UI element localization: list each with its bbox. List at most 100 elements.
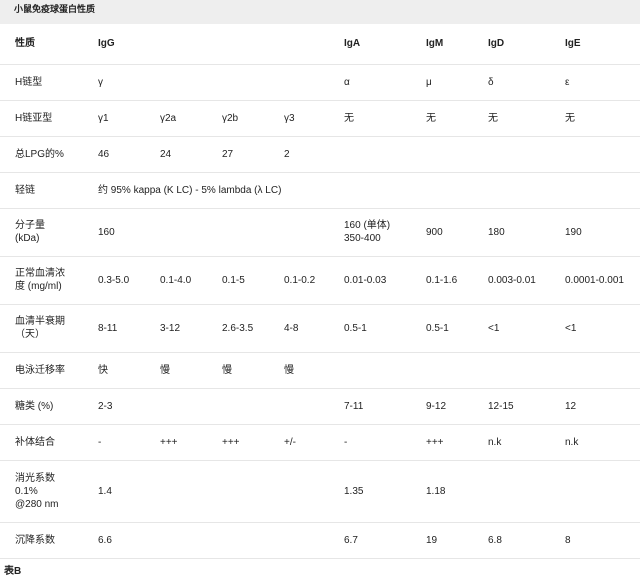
table-cell: 0.1-5 bbox=[222, 256, 284, 305]
table-cell bbox=[565, 352, 640, 389]
table-cell: γ2b bbox=[222, 100, 284, 137]
table-cell: +++ bbox=[222, 424, 284, 461]
row-label: 轻链 bbox=[0, 172, 98, 209]
row-label: 沉降系数 bbox=[0, 522, 98, 559]
table-cell: 190 bbox=[565, 208, 640, 257]
table-cell: γ3 bbox=[284, 100, 344, 137]
table-cell: 6.6 bbox=[98, 522, 160, 559]
table-cell bbox=[488, 352, 565, 389]
table-cell: 19 bbox=[426, 522, 488, 559]
table-cell bbox=[222, 64, 284, 101]
row-label: 电泳迁移率 bbox=[0, 352, 98, 389]
table-cell bbox=[565, 460, 640, 523]
table-cell bbox=[284, 64, 344, 101]
table-row: 总LPG的% 46 24 27 2 bbox=[0, 136, 640, 173]
table-cell: 1.35 bbox=[344, 460, 426, 523]
table-row: 消光系数 0.1% @280 nm 1.4 1.35 1.18 bbox=[0, 460, 640, 523]
table-cell: γ1 bbox=[98, 100, 160, 137]
header-cell: IgM bbox=[426, 24, 488, 65]
table-cell: 0.5-1 bbox=[426, 304, 488, 353]
table-cell bbox=[344, 136, 426, 173]
table-row: 糖类 (%) 2-3 7-11 9-12 12-15 12 bbox=[0, 388, 640, 425]
row-label: 分子量 (kDa) bbox=[0, 208, 98, 257]
table-row: 血清半衰期 （天） 8-11 3-12 2.6-3.5 4-8 0.5-1 0.5-1 <1 <… bbox=[0, 304, 640, 353]
table-cell: 0.1-0.2 bbox=[284, 256, 344, 305]
header-row: 性质 IgG IgA IgM IgD IgE bbox=[0, 24, 640, 65]
table-cell: 快 bbox=[98, 352, 160, 389]
table-cell: 6.7 bbox=[344, 522, 426, 559]
table-cell: 无 bbox=[344, 100, 426, 137]
row-label: 消光系数 0.1% @280 nm bbox=[0, 460, 98, 523]
table-cell: γ bbox=[98, 64, 160, 101]
table-cell bbox=[284, 522, 344, 559]
row-label: 血清半衰期 （天） bbox=[0, 304, 98, 353]
table-cell: 6.8 bbox=[488, 522, 565, 559]
table-cell: 0.003-0.01 bbox=[488, 256, 565, 305]
row-label: 糖类 (%) bbox=[0, 388, 98, 425]
table-cell: 2 bbox=[284, 136, 344, 173]
row-label: H链型 bbox=[0, 64, 98, 101]
table-cell bbox=[426, 136, 488, 173]
table-cell bbox=[488, 460, 565, 523]
table-cell: +/- bbox=[284, 424, 344, 461]
table-cell: 12-15 bbox=[488, 388, 565, 425]
table-cell: <1 bbox=[565, 304, 640, 353]
table-cell: 2-3 bbox=[98, 388, 160, 425]
table-cell bbox=[160, 388, 222, 425]
table-cell: 4-8 bbox=[284, 304, 344, 353]
table-caption: 小鼠免疫球蛋白性质 bbox=[0, 0, 640, 24]
table-cell: 0.3-5.0 bbox=[98, 256, 160, 305]
table-cell: δ bbox=[488, 64, 565, 101]
table-row: 轻链约 95% kappa (K LC) - 5% lambda (λ LC) bbox=[0, 172, 640, 209]
table-cell: 无 bbox=[565, 100, 640, 137]
table-cell: <1 bbox=[488, 304, 565, 353]
table-cell: 9-12 bbox=[426, 388, 488, 425]
table-row: 正常血清浓 度 (mg/ml) 0.3-5.0 0.1-4.0 0.1-5 0.1-0.… bbox=[0, 256, 640, 305]
table-cell: +++ bbox=[160, 424, 222, 461]
table-cell: 46 bbox=[98, 136, 160, 173]
row-label: H链亚型 bbox=[0, 100, 98, 137]
table-cell bbox=[344, 352, 426, 389]
table-cell: 0.1-4.0 bbox=[160, 256, 222, 305]
header-cell: IgE bbox=[565, 24, 640, 65]
table-cell: 0.5-1 bbox=[344, 304, 426, 353]
table-cell: 1.4 bbox=[98, 460, 160, 523]
table-cell bbox=[565, 136, 640, 173]
immunoglobulin-properties-table: 性质 IgG IgA IgM IgD IgE H链型 γ α μ δ ε H链亚型 γ1 γ2a γ2b γ3… bbox=[0, 24, 640, 559]
table-cell: 无 bbox=[488, 100, 565, 137]
table-cell: 900 bbox=[426, 208, 488, 257]
table-cell: 0.0001-0.001 bbox=[565, 256, 640, 305]
table-cell: 0.01-0.03 bbox=[344, 256, 426, 305]
table-cell: 160 bbox=[98, 208, 160, 257]
header-cell bbox=[222, 24, 284, 65]
table-cell bbox=[160, 64, 222, 101]
table-cell: 24 bbox=[160, 136, 222, 173]
table-cell bbox=[222, 208, 284, 257]
table-cell bbox=[222, 522, 284, 559]
header-cell: IgD bbox=[488, 24, 565, 65]
table-body: H链型 γ α μ δ ε H链亚型 γ1 γ2a γ2b γ3 无无无无总LPG的% 46 24 27 2 轻… bbox=[0, 64, 640, 559]
table-row: H链亚型 γ1 γ2a γ2b γ3 无无无无 bbox=[0, 100, 640, 137]
table-row: 电泳迁移率快慢慢慢 bbox=[0, 352, 640, 389]
header-cell bbox=[284, 24, 344, 65]
header-cell: IgG bbox=[98, 24, 160, 65]
table-cell: ε bbox=[565, 64, 640, 101]
table-cell bbox=[284, 460, 344, 523]
table-cell: 2.6-3.5 bbox=[222, 304, 284, 353]
table-cell: +++ bbox=[426, 424, 488, 461]
table-cell bbox=[160, 522, 222, 559]
table-cell: n.k bbox=[488, 424, 565, 461]
table-cell: 8 bbox=[565, 522, 640, 559]
table-cell: 无 bbox=[426, 100, 488, 137]
row-label: 总LPG的% bbox=[0, 136, 98, 173]
table-row: 沉降系数 6.6 6.7 19 6.8 8 bbox=[0, 522, 640, 559]
table-cell: - bbox=[344, 424, 426, 461]
light-chain-cell: 约 95% kappa (K LC) - 5% lambda (λ LC) bbox=[98, 172, 640, 209]
table-cell: α bbox=[344, 64, 426, 101]
table-cell: 3-12 bbox=[160, 304, 222, 353]
header-property: 性质 bbox=[0, 24, 98, 65]
table-cell: 7-11 bbox=[344, 388, 426, 425]
table-cell: n.k bbox=[565, 424, 640, 461]
table-row: 分子量 (kDa) 160 160 (单体) 350-400 900 180 190 bbox=[0, 208, 640, 257]
table-cell bbox=[222, 460, 284, 523]
